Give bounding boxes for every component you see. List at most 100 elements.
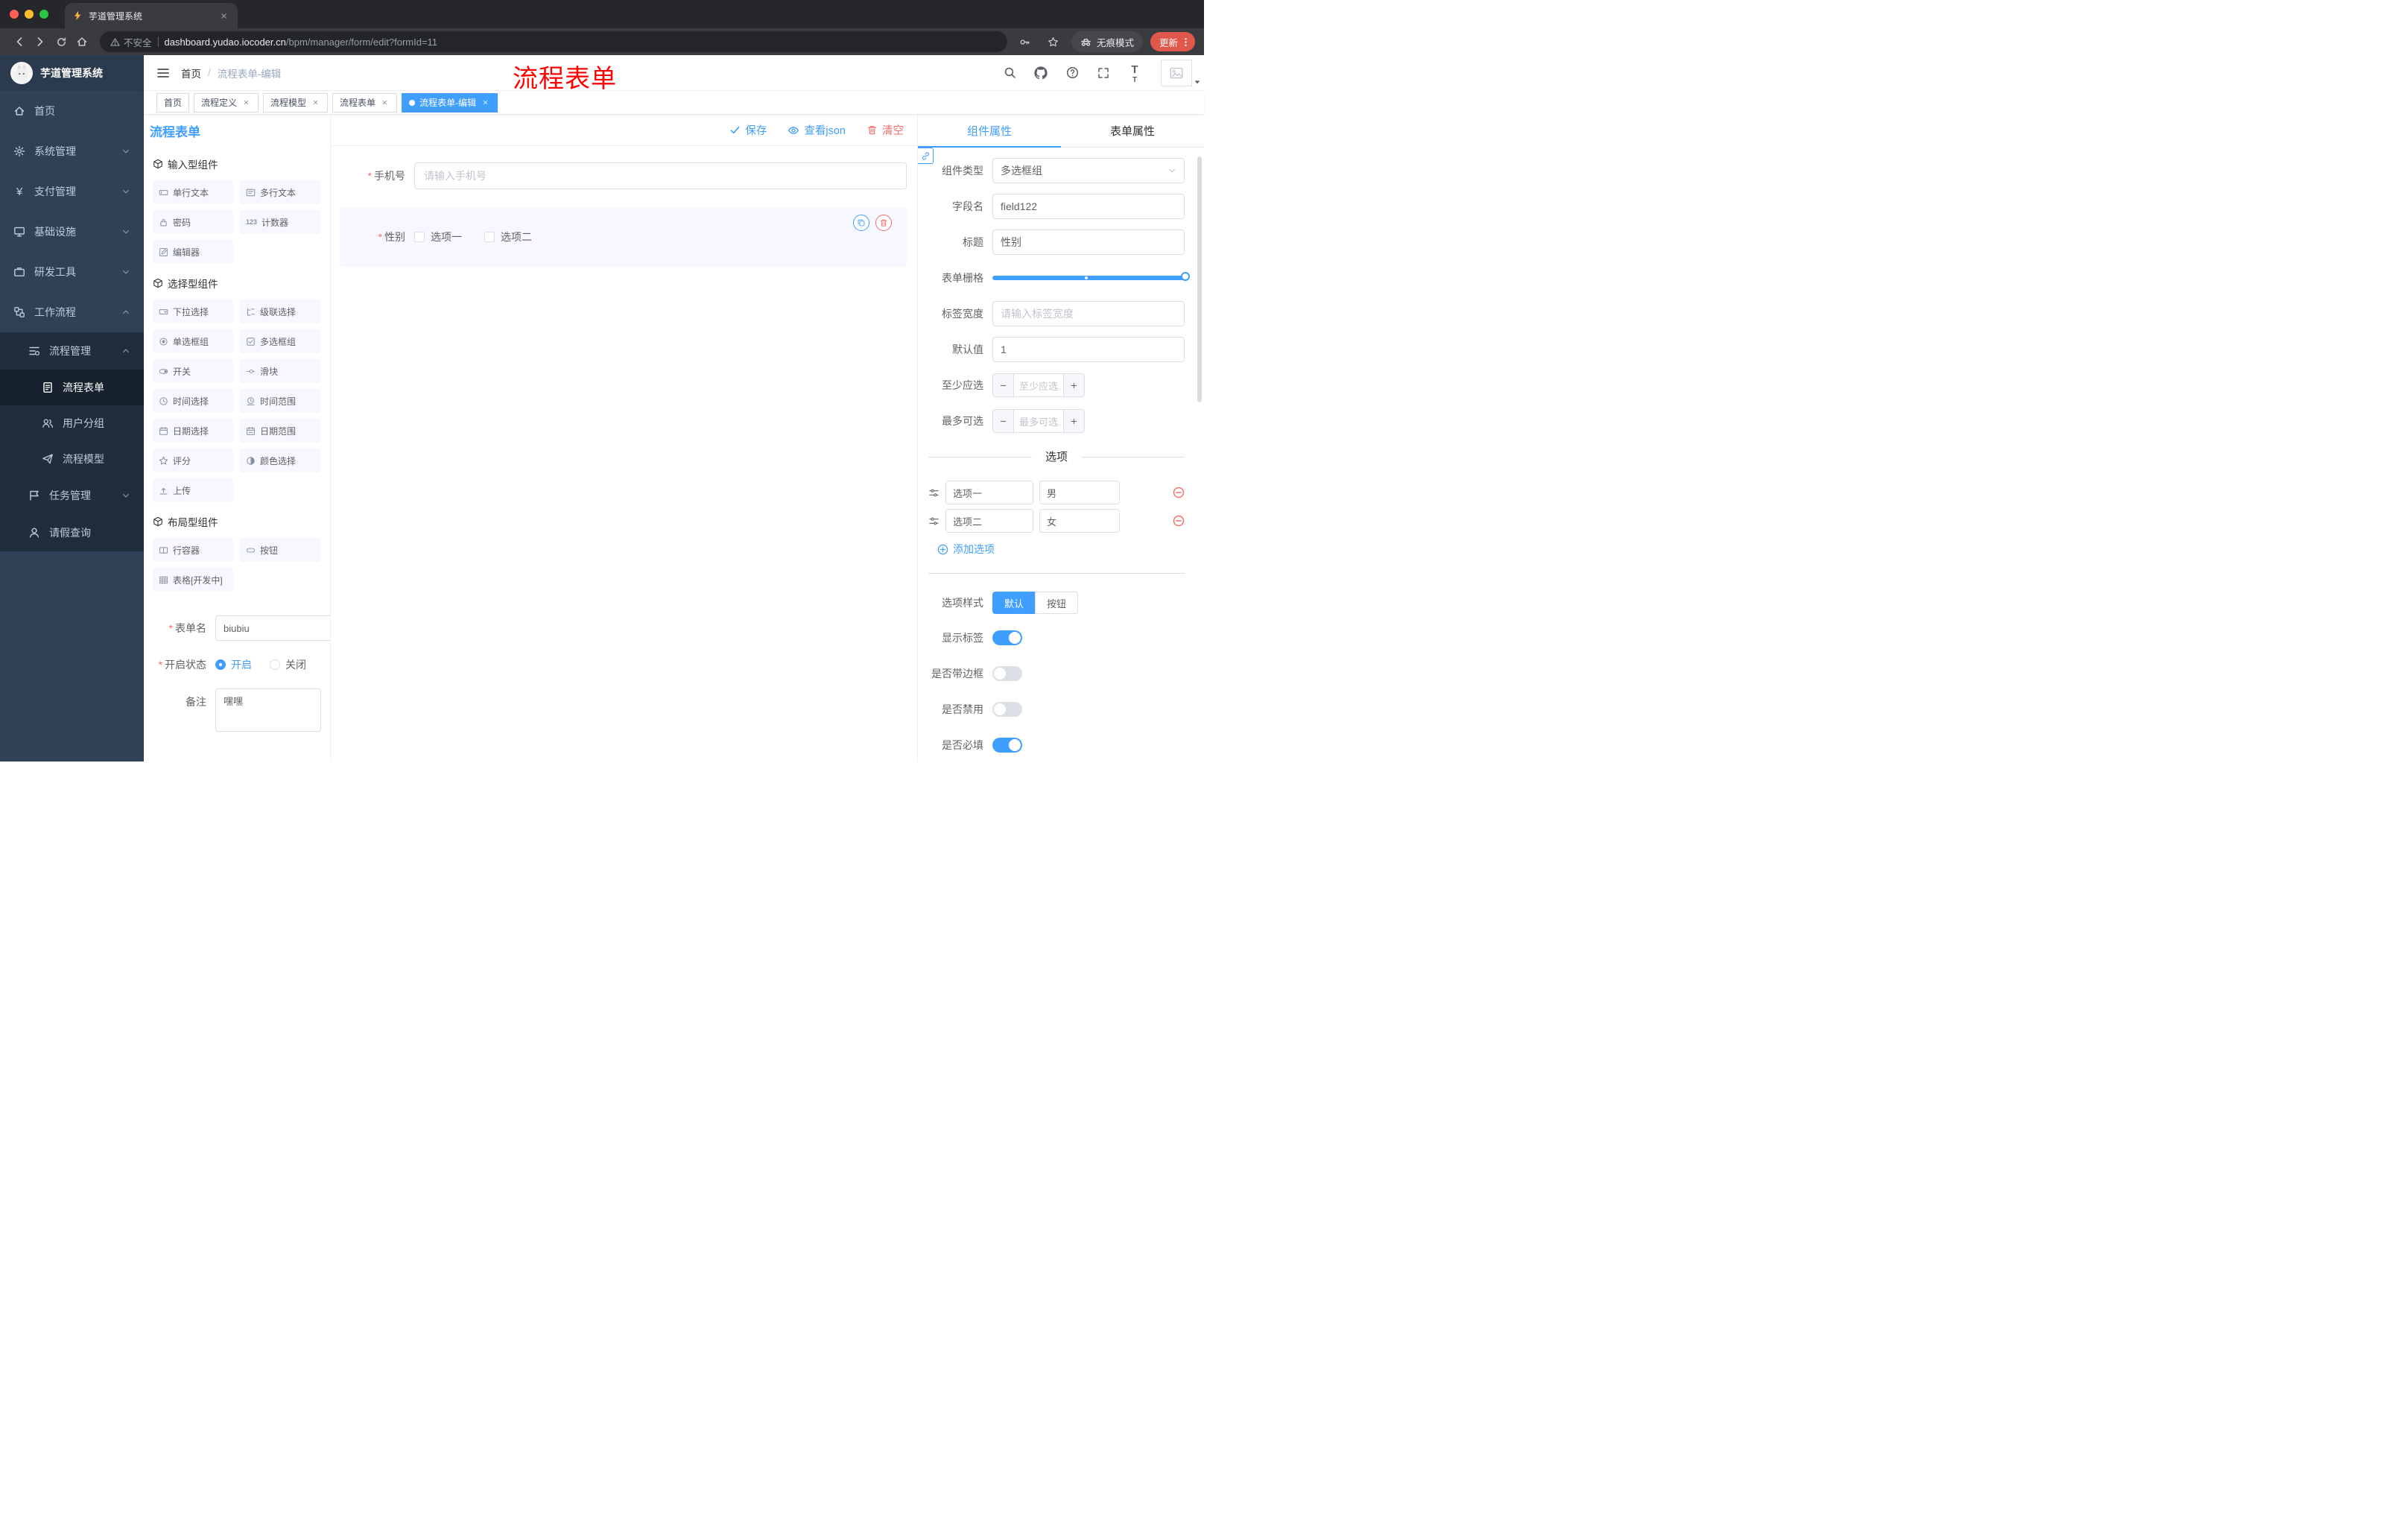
tab-component-props[interactable]: 组件属性: [918, 115, 1061, 148]
canvas-field-gender-selected[interactable]: * 性别 选项一 选项二: [340, 207, 907, 267]
palette-item-time-picker[interactable]: 时间选择: [153, 389, 233, 413]
hamburger-icon[interactable]: [151, 61, 175, 85]
slider-handle[interactable]: [1181, 272, 1190, 281]
link-handle-button[interactable]: [918, 148, 934, 164]
help-icon[interactable]: [1062, 63, 1082, 83]
palette-item-switch[interactable]: 开关: [153, 359, 233, 383]
drag-handle-icon[interactable]: [928, 487, 940, 498]
palette-item-radio-group[interactable]: 单选框组: [153, 329, 233, 353]
github-icon[interactable]: [1031, 63, 1051, 83]
palette-item-date-picker[interactable]: 日期选择: [153, 419, 233, 443]
remove-option-button[interactable]: [1173, 515, 1185, 527]
font-size-icon[interactable]: TT: [1125, 63, 1144, 84]
disabled-switch[interactable]: [992, 702, 1022, 717]
reload-button[interactable]: [51, 31, 72, 52]
form-name-input[interactable]: [215, 615, 330, 641]
tag-process-form-edit[interactable]: 流程表单-编辑: [402, 92, 498, 113]
canvas-field-phone[interactable]: * 手机号: [340, 162, 907, 189]
style-button-button[interactable]: 按钮: [1035, 592, 1079, 614]
forward-button[interactable]: [30, 31, 51, 52]
tab-form-props[interactable]: 表单属性: [1061, 115, 1204, 147]
required-switch[interactable]: [992, 738, 1022, 753]
sidebar-item-process-form[interactable]: 流程表单: [0, 370, 144, 405]
max-stepper-placeholder[interactable]: 最多可选: [1014, 410, 1063, 432]
status-radio-on[interactable]: 开启: [215, 657, 252, 672]
home-button[interactable]: [72, 31, 92, 52]
min-stepper-placeholder[interactable]: 至少应选: [1014, 374, 1063, 396]
save-button[interactable]: 保存: [729, 122, 767, 138]
stepper-minus-button[interactable]: −: [993, 410, 1014, 432]
search-icon[interactable]: [1000, 63, 1019, 83]
title-input[interactable]: [992, 229, 1185, 255]
bookmark-star-icon[interactable]: [1043, 31, 1064, 52]
tag-process-form[interactable]: 流程表单: [332, 92, 398, 113]
palette-item-color-picker[interactable]: 颜色选择: [240, 449, 320, 472]
tab-close-icon[interactable]: [217, 9, 230, 22]
palette-item-rate[interactable]: 评分: [153, 449, 233, 472]
tag-close-icon[interactable]: [481, 98, 490, 107]
border-switch[interactable]: [992, 666, 1022, 681]
palette-item-time-range[interactable]: 时间范围: [240, 389, 320, 413]
status-radio-off[interactable]: 关闭: [270, 657, 306, 672]
option-1-label-input[interactable]: [945, 481, 1033, 504]
window-zoom-button[interactable]: [39, 10, 48, 19]
delete-component-button[interactable]: [875, 215, 892, 231]
user-avatar[interactable]: [1161, 59, 1192, 86]
palette-item-editor[interactable]: 编辑器: [153, 240, 233, 264]
palette-item-checkbox-group[interactable]: 多选框组: [240, 329, 320, 353]
remove-option-button[interactable]: [1173, 487, 1185, 498]
field-name-input[interactable]: [992, 194, 1185, 219]
sidebar-item-process-model[interactable]: 流程模型: [0, 441, 144, 477]
phone-input[interactable]: [414, 162, 907, 189]
palette-item-slider[interactable]: 滑块: [240, 359, 320, 383]
url-bar[interactable]: 不安全 dashboard.yudao.iocoder.cn/bpm/manag…: [100, 31, 1007, 52]
tag-close-icon[interactable]: [241, 98, 251, 107]
sidebar-item-devtools[interactable]: 研发工具: [0, 252, 144, 292]
sidebar-item-payment[interactable]: ¥ 支付管理: [0, 171, 144, 212]
component-type-select[interactable]: 多选框组: [992, 158, 1185, 183]
sidebar-item-home[interactable]: 首页: [0, 91, 144, 131]
new-tab-button[interactable]: [244, 5, 263, 25]
palette-item-row-container[interactable]: 行容器: [153, 538, 233, 562]
duplicate-component-button[interactable]: [853, 215, 869, 231]
palette-item-date-range[interactable]: 日期范围: [240, 419, 320, 443]
tag-close-icon[interactable]: [380, 98, 390, 107]
panel-scrollbar[interactable]: [1197, 156, 1202, 402]
palette-item-single-text[interactable]: 单行文本: [153, 180, 233, 204]
drag-handle-icon[interactable]: [928, 516, 940, 527]
palette-item-upload[interactable]: 上传: [153, 478, 233, 502]
stepper-plus-button[interactable]: +: [1063, 410, 1084, 432]
sidebar-item-task-mgmt[interactable]: 任务管理: [0, 477, 144, 514]
sidebar-item-infra[interactable]: 基础设施: [0, 212, 144, 252]
add-option-button[interactable]: 添加选项: [937, 542, 1185, 557]
sidebar-item-workflow[interactable]: 工作流程: [0, 292, 144, 332]
option-2-label-input[interactable]: [945, 509, 1033, 533]
back-button[interactable]: [9, 31, 30, 52]
tag-home[interactable]: 首页: [156, 92, 190, 113]
grid-slider[interactable]: [992, 272, 1190, 284]
clear-button[interactable]: 清空: [866, 122, 904, 138]
show-label-switch[interactable]: [992, 630, 1022, 645]
style-default-button[interactable]: 默认: [992, 592, 1036, 614]
browser-menu-dots-icon[interactable]: [1180, 37, 1191, 48]
tag-process-model[interactable]: 流程模型: [263, 92, 329, 113]
label-width-input[interactable]: [992, 301, 1185, 326]
sidebar-item-process-mgmt[interactable]: 流程管理: [0, 332, 144, 370]
window-minimize-button[interactable]: [25, 10, 34, 19]
tag-close-icon[interactable]: [311, 98, 320, 107]
palette-item-textarea[interactable]: 多行文本: [240, 180, 320, 204]
view-json-button[interactable]: 查看json: [788, 122, 846, 138]
gender-option-1[interactable]: 选项一: [414, 229, 462, 244]
tag-process-definition[interactable]: 流程定义: [194, 92, 259, 113]
fullscreen-icon[interactable]: [1094, 63, 1113, 83]
window-close-button[interactable]: [10, 10, 19, 19]
option-1-value-input[interactable]: [1039, 481, 1120, 504]
stepper-plus-button[interactable]: +: [1063, 374, 1084, 396]
browser-tab[interactable]: 芋道管理系统: [65, 3, 238, 28]
palette-item-table[interactable]: 表格[开发中]: [153, 568, 233, 592]
password-key-icon[interactable]: [1015, 31, 1036, 52]
palette-item-button[interactable]: 按钮: [240, 538, 320, 562]
sidebar-item-user-group[interactable]: 用户分组: [0, 405, 144, 441]
palette-item-password[interactable]: 密码: [153, 210, 233, 234]
sidebar-item-system[interactable]: 系统管理: [0, 131, 144, 171]
